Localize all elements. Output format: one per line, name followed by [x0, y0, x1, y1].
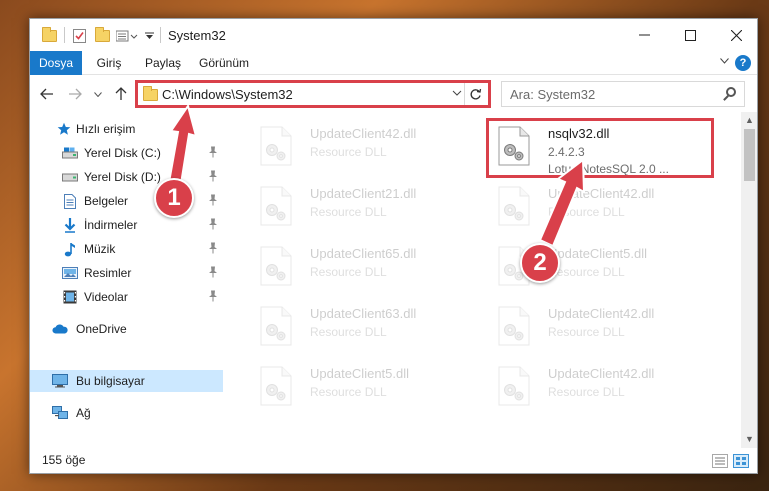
step-2-badge: 2 — [520, 243, 560, 283]
annotation-arrows — [166, 103, 586, 248]
step-1-badge: 1 — [154, 178, 194, 218]
